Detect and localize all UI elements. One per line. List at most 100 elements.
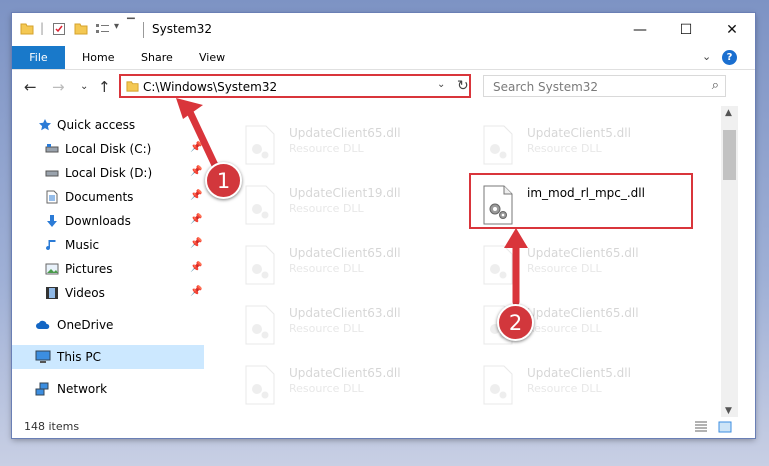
sidebar-item-local-disk-d[interactable]: Local Disk (D:) 📌 xyxy=(12,161,204,185)
sidebar-item-pictures[interactable]: Pictures 📌 xyxy=(12,257,204,281)
computer-icon xyxy=(35,350,51,364)
scroll-up-icon[interactable]: ▲ xyxy=(725,108,732,118)
search-icon[interactable]: ⌕ xyxy=(712,78,719,93)
sidebar-item-onedrive[interactable]: OneDrive xyxy=(12,313,204,337)
title-separator xyxy=(143,22,144,38)
videos-icon xyxy=(45,286,59,300)
pin-icon[interactable]: 📌 xyxy=(190,262,202,273)
folder-icon xyxy=(126,80,139,96)
sidebar-item-label: Music xyxy=(65,238,100,252)
pipe-icon: ▔ xyxy=(127,19,135,30)
file-type: Resource DLL xyxy=(289,382,364,395)
details-view-icon[interactable] xyxy=(694,421,708,433)
sidebar-item-label: Local Disk (C:) xyxy=(65,142,152,156)
list-view-icon[interactable] xyxy=(95,22,111,39)
sidebar-item-music[interactable]: Music 📌 xyxy=(12,233,204,257)
pin-icon[interactable]: 📌 xyxy=(190,190,202,201)
dll-file-icon xyxy=(244,245,276,285)
dll-file-icon xyxy=(482,365,514,405)
sidebar-item-label: Local Disk (D:) xyxy=(65,166,153,180)
scroll-thumb[interactable] xyxy=(723,130,736,180)
minimize-icon: — xyxy=(633,21,647,38)
refresh-icon[interactable]: ↻ xyxy=(457,78,469,94)
dll-file-icon xyxy=(482,125,514,165)
file-type: Resource DLL xyxy=(289,202,364,215)
file-item[interactable]: UpdateClient65.dll Resource DLL xyxy=(244,241,444,293)
forward-arrow-icon[interactable]: → xyxy=(52,78,65,96)
file-name: UpdateClient65.dll xyxy=(289,246,401,260)
new-folder-icon[interactable] xyxy=(74,22,88,39)
sidebar-item-videos[interactable]: Videos 📌 xyxy=(12,281,204,305)
maximize-button[interactable]: ☐ xyxy=(663,13,709,46)
help-button[interactable]: ? xyxy=(722,50,737,65)
tab-share[interactable]: Share xyxy=(141,46,173,69)
sidebar-item-quick-access[interactable]: Quick access xyxy=(12,113,204,137)
music-icon xyxy=(45,238,59,252)
up-arrow-icon[interactable]: ↑ xyxy=(98,78,111,96)
dll-file-icon xyxy=(482,245,514,285)
scroll-down-icon[interactable]: ▼ xyxy=(725,406,732,416)
tab-file[interactable]: File xyxy=(12,46,65,69)
tab-view[interactable]: View xyxy=(199,46,225,69)
file-type: Resource DLL xyxy=(289,262,364,275)
address-path: C:\Windows\System32 xyxy=(143,80,278,94)
ribbon-tabs: File Home Share View ⌄ ? xyxy=(12,46,755,70)
file-name: UpdateClient63.dll xyxy=(289,306,401,320)
sidebar-item-label: Videos xyxy=(65,286,105,300)
pin-icon[interactable]: 📌 xyxy=(190,142,202,153)
title-bar: | ▾ ▔ System32 — ☐ ✕ xyxy=(12,13,755,46)
sidebar-item-label: OneDrive xyxy=(57,318,114,332)
step-one-badge: 1 xyxy=(205,162,242,199)
file-type: Resource DLL xyxy=(527,382,602,395)
sidebar-item-documents[interactable]: Documents 📌 xyxy=(12,185,204,209)
sidebar-item-label: Network xyxy=(57,382,108,396)
file-item[interactable]: UpdateClient5.dll Resource DLL xyxy=(482,361,682,413)
file-name: UpdateClient5.dll xyxy=(527,366,631,380)
folder-icon xyxy=(20,22,34,39)
file-item[interactable]: UpdateClient19.dll Resource DLL xyxy=(244,181,444,233)
status-bar: 148 items xyxy=(12,417,755,438)
navigation-pane: Quick access Local Disk (C:) 📌 Local Dis… xyxy=(12,106,208,412)
expand-ribbon-icon[interactable]: ⌄ xyxy=(702,50,711,63)
pin-icon[interactable]: 📌 xyxy=(190,238,202,249)
file-type: Resource DLL xyxy=(289,322,364,335)
pin-icon[interactable]: 📌 xyxy=(190,214,202,225)
sidebar-item-label: This PC xyxy=(57,350,101,364)
tab-home[interactable]: Home xyxy=(82,46,114,69)
close-button[interactable]: ✕ xyxy=(709,13,755,46)
file-name: UpdateClient5.dll xyxy=(527,126,631,140)
properties-icon[interactable] xyxy=(52,22,66,39)
pictures-icon xyxy=(45,262,59,276)
navigation-bar: ← → ⌄ ↑ C:\Windows\System32 ⌄ ↻ Search S… xyxy=(12,70,755,106)
file-item[interactable]: UpdateClient65.dll Resource DLL xyxy=(244,361,444,413)
file-type: Resource DLL xyxy=(527,142,602,155)
recent-locations-icon[interactable]: ⌄ xyxy=(80,81,88,92)
file-type: Resource DLL xyxy=(527,262,602,275)
customize-toolbar-icon[interactable]: ▾ xyxy=(114,21,119,32)
file-name: UpdateClient65.dll xyxy=(527,246,639,260)
address-bar[interactable]: C:\Windows\System32 ⌄ ↻ xyxy=(119,74,471,98)
back-arrow-icon[interactable]: ← xyxy=(24,78,37,96)
drive-icon xyxy=(45,166,59,180)
file-item[interactable]: UpdateClient65.dll Resource DLL xyxy=(482,241,682,293)
pin-icon[interactable]: 📌 xyxy=(190,166,202,177)
file-item[interactable]: UpdateClient5.dll Resource DLL xyxy=(482,121,682,173)
sidebar-item-label: Downloads xyxy=(65,214,131,228)
dll-file-icon xyxy=(244,125,276,165)
minimize-button[interactable]: — xyxy=(617,13,663,46)
network-icon xyxy=(35,382,49,396)
address-dropdown-icon[interactable]: ⌄ xyxy=(437,79,445,90)
cloud-icon xyxy=(35,318,50,332)
sidebar-item-network[interactable]: Network xyxy=(12,377,204,401)
file-name: UpdateClient65.dll xyxy=(527,306,639,320)
sidebar-item-this-pc[interactable]: This PC xyxy=(12,345,204,369)
search-input[interactable]: Search System32 ⌕ xyxy=(483,75,726,97)
sidebar-item-local-disk-c[interactable]: Local Disk (C:) 📌 xyxy=(12,137,204,161)
vertical-scrollbar[interactable]: ▲ ▼ xyxy=(721,106,738,422)
step-two-badge: 2 xyxy=(497,304,534,341)
pin-icon[interactable]: 📌 xyxy=(190,286,202,297)
file-item[interactable]: UpdateClient65.dll Resource DLL xyxy=(244,121,444,173)
large-icons-view-icon[interactable] xyxy=(718,421,732,433)
sidebar-item-downloads[interactable]: Downloads 📌 xyxy=(12,209,204,233)
file-item[interactable]: UpdateClient63.dll Resource DLL xyxy=(244,301,444,353)
